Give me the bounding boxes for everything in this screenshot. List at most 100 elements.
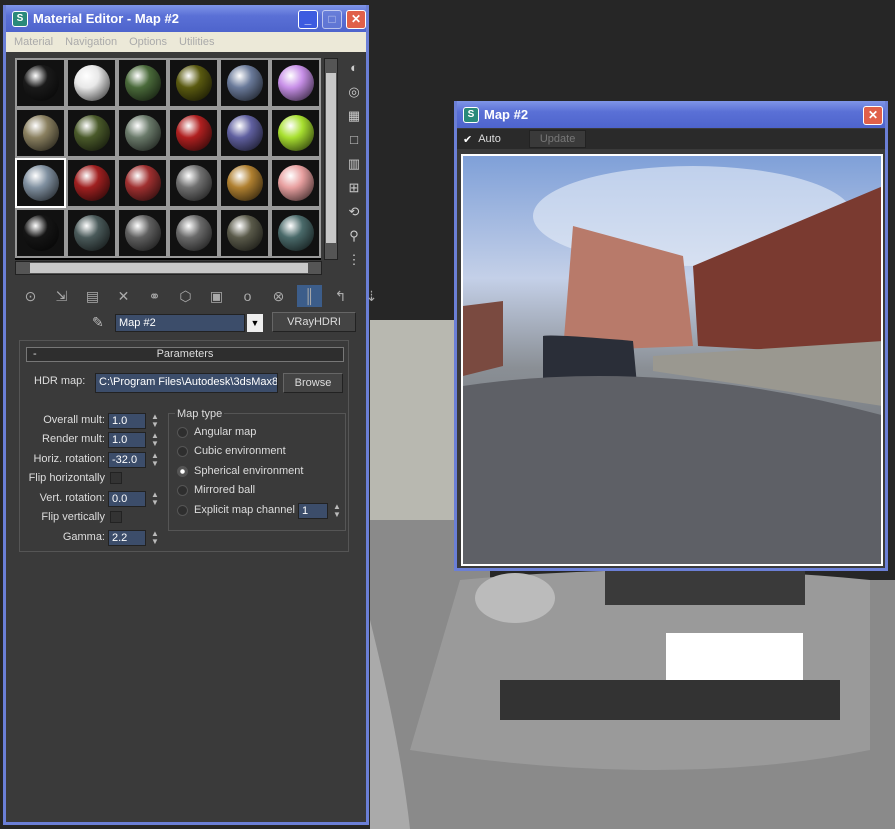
menu-bar: Material Navigation Options Utilities <box>6 32 366 52</box>
make-unique-icon[interactable]: ⚭ <box>142 285 167 307</box>
overall-mult-label: Overall mult: <box>43 414 105 426</box>
flip-vertically-checkbox[interactable] <box>110 511 122 523</box>
background-checker-icon[interactable]: ▦ <box>344 108 364 132</box>
sample-slot[interactable] <box>270 158 321 208</box>
material-map-navigator-icon[interactable]: ⋮ <box>344 252 364 276</box>
sample-slot[interactable] <box>66 58 117 108</box>
rollout-collapse-toggle[interactable]: - <box>33 348 37 361</box>
sample-slot[interactable] <box>168 108 219 158</box>
sample-slot[interactable] <box>117 58 168 108</box>
show-map-in-viewport-icon[interactable]: o <box>235 285 260 307</box>
sample-slot[interactable] <box>66 108 117 158</box>
select-by-material-icon[interactable]: ⚲ <box>344 228 364 252</box>
get-material-icon[interactable]: ⊙ <box>18 285 43 307</box>
pick-material-eyedropper-icon[interactable]: ✎ <box>92 314 104 331</box>
radio-angular-map[interactable]: Angular map <box>177 426 256 438</box>
sample-slot[interactable] <box>168 158 219 208</box>
sample-slot[interactable] <box>219 108 270 158</box>
material-sphere <box>176 165 212 201</box>
menu-navigation[interactable]: Navigation <box>65 36 117 48</box>
sample-slot[interactable] <box>66 158 117 208</box>
material-sphere <box>23 115 59 151</box>
material-editor-titlebar[interactable]: S Material Editor - Map #2 _ □ ✕ <box>6 5 366 32</box>
auto-checkbox[interactable]: ✔ <box>463 133 472 146</box>
radio-spherical-environment[interactable]: Spherical environment <box>177 465 303 477</box>
sample-slot[interactable] <box>66 208 117 258</box>
slots-vertical-scrollbar[interactable] <box>324 58 338 260</box>
map-type-button[interactable]: VRayHDRI <box>272 312 356 332</box>
minimize-button[interactable]: _ <box>298 10 318 29</box>
menu-options[interactable]: Options <box>129 36 167 48</box>
assign-to-selection-icon[interactable]: ▤ <box>80 285 105 307</box>
sample-slot[interactable] <box>219 158 270 208</box>
horiz-rotation-field[interactable]: -32.0 <box>108 452 146 468</box>
sample-slot[interactable] <box>270 208 321 258</box>
vert-rotation-field[interactable]: 0.0 <box>108 491 146 507</box>
put-to-library-icon[interactable]: ⬡ <box>173 285 198 307</box>
map-channel-spinner[interactable]: ▲ ▼ <box>333 503 341 519</box>
video-color-check-icon[interactable]: ▥ <box>344 156 364 180</box>
show-map-display-icon[interactable]: ║ <box>297 285 322 307</box>
reset-map-icon[interactable]: ✕ <box>111 285 136 307</box>
map-window-titlebar[interactable]: S Map #2 ✕ <box>457 101 885 128</box>
overall-mult-spinner[interactable]: ▲ ▼ <box>151 413 159 429</box>
overall-mult-field[interactable]: 1.0 <box>108 413 146 429</box>
update-button[interactable]: Update <box>528 130 587 148</box>
options-icon[interactable]: ⟲ <box>344 204 364 228</box>
sample-slot[interactable] <box>15 108 66 158</box>
gamma-spinner[interactable]: ▲ ▼ <box>151 530 159 546</box>
sample-slot[interactable] <box>117 108 168 158</box>
render-mult-field[interactable]: 1.0 <box>108 432 146 448</box>
go-to-parent-icon[interactable]: ↰ <box>328 285 353 307</box>
horiz-rotation-spinner[interactable]: ▲ ▼ <box>151 452 159 468</box>
gamma-field[interactable]: 2.2 <box>108 530 146 546</box>
material-sphere <box>74 165 110 201</box>
map-type-group: Map type Angular map Cubic environment S… <box>168 408 346 531</box>
parameters-rollout-header[interactable]: - Parameters <box>26 347 344 362</box>
map-type-title: Map type <box>175 408 225 420</box>
map-name-dropdown-arrow[interactable]: ▼ <box>247 314 263 332</box>
sample-slot[interactable] <box>117 158 168 208</box>
sample-slot[interactable] <box>270 108 321 158</box>
material-sphere <box>125 165 161 201</box>
sample-slot[interactable] <box>15 58 66 108</box>
3dsmax-app-icon: S <box>463 106 479 123</box>
make-preview-icon[interactable]: ⊞ <box>344 180 364 204</box>
sample-uv-tiling-icon[interactable]: □ <box>344 132 364 156</box>
sample-slot[interactable] <box>15 158 66 208</box>
menu-utilities[interactable]: Utilities <box>179 36 214 48</box>
map-channel-field[interactable]: 1 <box>298 503 328 519</box>
close-button[interactable]: ✕ <box>346 10 366 29</box>
radio-mirrored-ball[interactable]: Mirrored ball <box>177 484 255 496</box>
render-mult-spinner[interactable]: ▲ ▼ <box>151 432 159 448</box>
map-window-close-button[interactable]: ✕ <box>863 106 883 125</box>
sample-slot[interactable] <box>15 208 66 258</box>
side-toolbar: ◐ ◎ ▦ □ ▥ ⊞ ⟲ ⚲ ⋮ <box>344 60 364 276</box>
backlight-icon[interactable]: ◎ <box>344 84 364 108</box>
map-name-field[interactable]: Map #2 <box>115 314 245 332</box>
vert-rotation-label: Vert. rotation: <box>39 492 105 504</box>
sample-slot[interactable] <box>117 208 168 258</box>
maximize-button[interactable]: □ <box>322 10 342 29</box>
radio-explicit-map-channel[interactable]: Explicit map channel <box>177 504 295 516</box>
vert-rotation-spinner[interactable]: ▲ ▼ <box>151 491 159 507</box>
auto-label: Auto <box>478 133 501 145</box>
flip-horizontally-checkbox[interactable] <box>110 472 122 484</box>
map-window-toolbar: ✔ Auto Update <box>457 129 885 149</box>
put-to-scene-icon[interactable]: ⇲ <box>49 285 74 307</box>
sample-slot[interactable] <box>270 58 321 108</box>
sample-slot[interactable] <box>168 58 219 108</box>
show-end-result-icon[interactable]: ⊗ <box>266 285 291 307</box>
slots-horizontal-scrollbar[interactable] <box>15 261 322 275</box>
sample-slot[interactable] <box>219 58 270 108</box>
sample-type-icon[interactable]: ◐ <box>344 60 364 84</box>
browse-button[interactable]: Browse <box>283 373 343 393</box>
material-sphere <box>23 165 59 201</box>
hdr-map-path-field[interactable]: C:\Program Files\Autodesk\3dsMax8\ <box>95 373 278 393</box>
radio-cubic-environment[interactable]: Cubic environment <box>177 445 286 457</box>
go-forward-to-sibling-icon[interactable]: ⇣ <box>359 285 384 307</box>
sample-slot[interactable] <box>219 208 270 258</box>
menu-material[interactable]: Material <box>14 36 53 48</box>
material-effects-channel-icon[interactable]: ▣ <box>204 285 229 307</box>
sample-slot[interactable] <box>168 208 219 258</box>
